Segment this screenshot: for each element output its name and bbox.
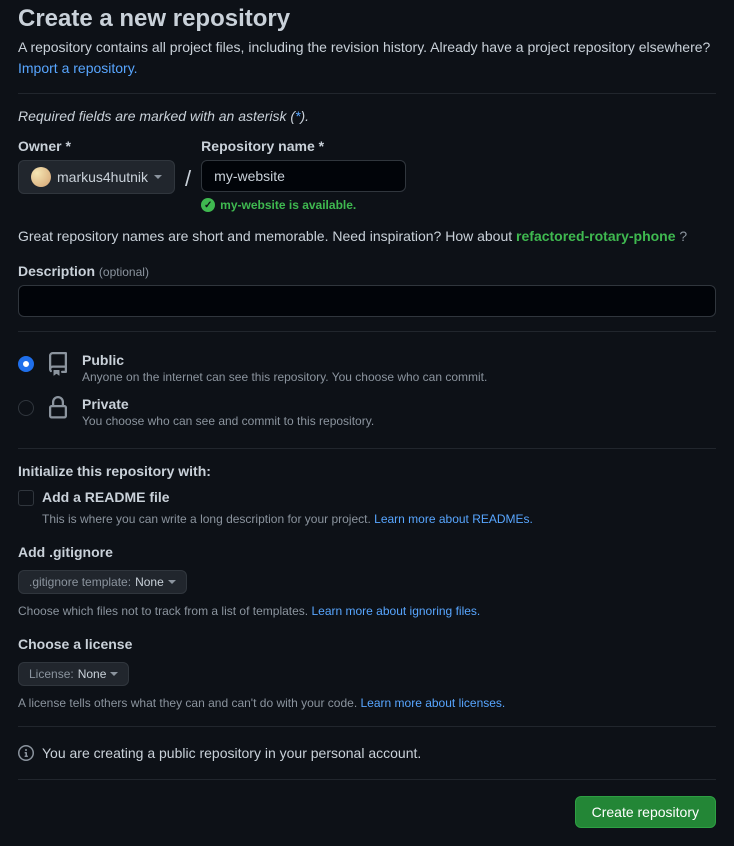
license-help: A license tells others what they can and… — [18, 694, 716, 712]
chevron-down-icon — [110, 672, 118, 676]
divider — [18, 331, 716, 332]
page-subtitle: A repository contains all project files,… — [18, 37, 716, 79]
repo-name-label: Repository name * — [201, 138, 406, 154]
visibility-private-desc: You choose who can see and commit to thi… — [82, 414, 374, 428]
license-dropdown[interactable]: License: None — [18, 662, 129, 686]
lock-icon — [46, 396, 70, 423]
repo-icon — [46, 352, 70, 379]
gitignore-value: None — [135, 575, 164, 589]
license-learn-more-link[interactable]: Learn more about licenses. — [361, 696, 506, 710]
readme-label: Add a README file — [42, 489, 170, 505]
divider — [18, 448, 716, 449]
owner-name: markus4hutnik — [57, 169, 148, 185]
gitignore-learn-more-link[interactable]: Learn more about ignoring files. — [311, 604, 480, 618]
check-circle-icon: ✓ — [201, 198, 215, 212]
readme-checkbox[interactable] — [18, 490, 34, 506]
info-icon — [18, 745, 34, 761]
description-label: Description (optional) — [18, 263, 716, 279]
owner-dropdown[interactable]: markus4hutnik — [18, 160, 175, 194]
chevron-down-icon — [168, 580, 176, 584]
owner-label: Owner * — [18, 138, 175, 154]
info-message: You are creating a public repository in … — [42, 745, 421, 761]
license-label: Choose a license — [18, 636, 716, 652]
divider — [18, 93, 716, 94]
readme-help: This is where you can write a long descr… — [42, 510, 716, 528]
subtitle-text: A repository contains all project files,… — [18, 39, 710, 55]
visibility-private-title: Private — [82, 396, 374, 412]
gitignore-dropdown[interactable]: .gitignore template: None — [18, 570, 187, 594]
page-title: Create a new repository — [18, 5, 716, 33]
init-heading: Initialize this repository with: — [18, 463, 716, 479]
avatar — [31, 167, 51, 187]
visibility-private-radio[interactable] — [18, 400, 34, 416]
readme-learn-more-link[interactable]: Learn more about READMEs. — [374, 512, 533, 526]
availability-text: my-website is available. — [220, 198, 356, 212]
slash-separator: / — [185, 166, 191, 192]
name-suggestion[interactable]: refactored-rotary-phone — [516, 228, 675, 244]
divider — [18, 726, 716, 727]
required-note: Required fields are marked with an aster… — [18, 108, 716, 124]
import-repo-link[interactable]: Import a repository. — [18, 60, 138, 76]
create-repository-button[interactable]: Create repository — [575, 796, 716, 828]
license-value: None — [78, 667, 107, 681]
visibility-public-title: Public — [82, 352, 487, 368]
gitignore-help: Choose which files not to track from a l… — [18, 602, 716, 620]
visibility-public-desc: Anyone on the internet can see this repo… — [82, 370, 487, 384]
gitignore-label: Add .gitignore — [18, 544, 716, 560]
name-tip: Great repository names are short and mem… — [18, 226, 716, 247]
description-input[interactable] — [18, 285, 716, 317]
repo-name-input[interactable] — [201, 160, 406, 192]
divider — [18, 779, 716, 780]
chevron-down-icon — [154, 175, 162, 179]
visibility-public-radio[interactable] — [18, 356, 34, 372]
